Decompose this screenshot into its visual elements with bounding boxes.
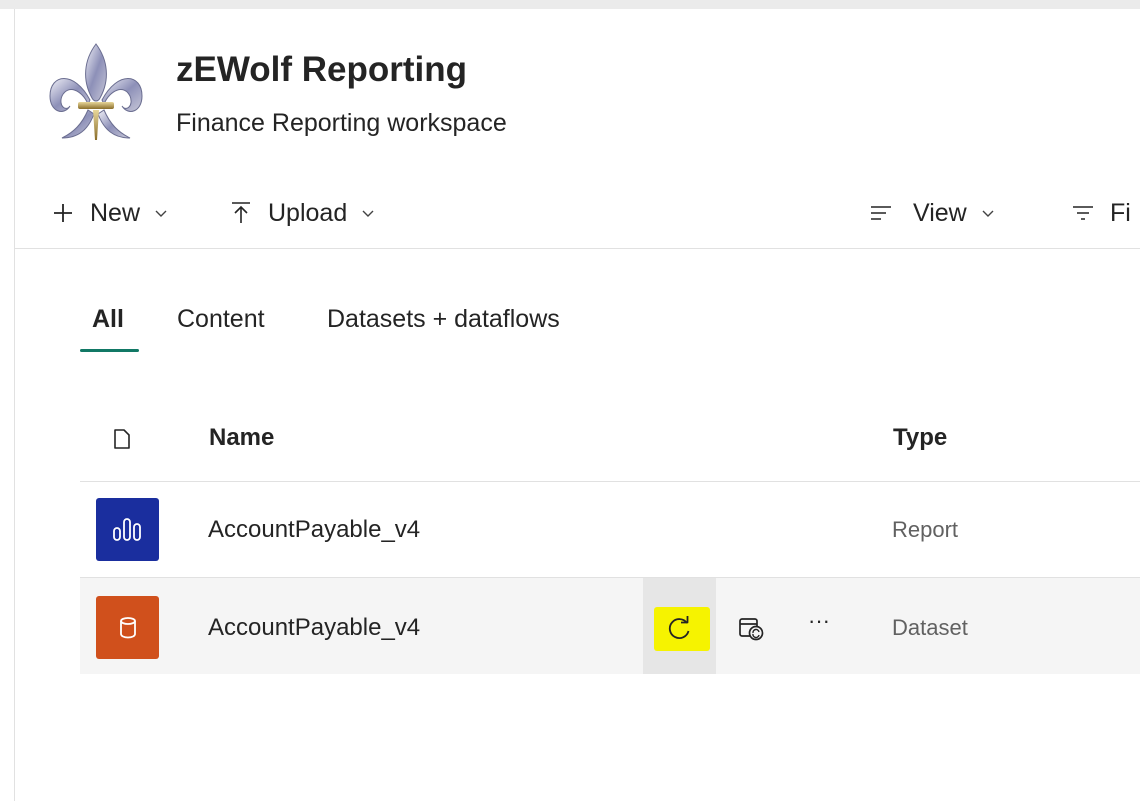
upload-button-label: Upload bbox=[268, 198, 348, 227]
workspace-subtitle: Finance Reporting workspace bbox=[176, 109, 507, 137]
new-button[interactable]: New bbox=[52, 193, 168, 233]
refresh-icon bbox=[666, 614, 692, 647]
upload-button[interactable]: Upload bbox=[230, 193, 375, 233]
tab-content[interactable]: Content bbox=[177, 305, 265, 334]
schedule-refresh-icon[interactable] bbox=[738, 616, 766, 647]
workspace-logo bbox=[44, 40, 148, 146]
item-name-link[interactable]: AccountPayable_v4 bbox=[208, 516, 420, 544]
dataset-icon bbox=[96, 596, 159, 659]
chevron-down-icon bbox=[981, 208, 995, 218]
view-button-label: View bbox=[913, 198, 967, 227]
top-bar bbox=[0, 0, 1140, 9]
chevron-down-icon bbox=[154, 208, 168, 218]
more-options-button[interactable]: ··· bbox=[808, 608, 830, 634]
active-tab-indicator bbox=[80, 349, 139, 352]
upload-icon bbox=[230, 201, 252, 225]
item-type: Report bbox=[892, 517, 959, 542]
view-button[interactable]: View bbox=[870, 193, 995, 233]
filter-button-label: Fi bbox=[1110, 198, 1131, 227]
left-border bbox=[14, 9, 15, 801]
new-button-label: New bbox=[90, 198, 141, 227]
toolbar-divider bbox=[15, 248, 1140, 249]
tab-all[interactable]: All bbox=[92, 305, 124, 334]
file-type-icon bbox=[113, 428, 131, 455]
view-icon bbox=[870, 204, 892, 222]
chevron-down-icon bbox=[361, 208, 375, 218]
column-header-name[interactable]: Name bbox=[209, 424, 274, 452]
column-header-type[interactable]: Type bbox=[893, 424, 947, 452]
filter-icon bbox=[1072, 204, 1094, 222]
item-name-link[interactable]: AccountPayable_v4 bbox=[208, 614, 420, 642]
plus-icon bbox=[52, 202, 74, 224]
report-icon bbox=[96, 498, 159, 561]
filter-button[interactable]: Fi bbox=[1072, 193, 1131, 233]
workspace-title: zEWolf Reporting bbox=[176, 50, 467, 89]
item-type: Dataset bbox=[892, 615, 968, 640]
tab-datasets-dataflows[interactable]: Datasets + dataflows bbox=[327, 305, 560, 334]
